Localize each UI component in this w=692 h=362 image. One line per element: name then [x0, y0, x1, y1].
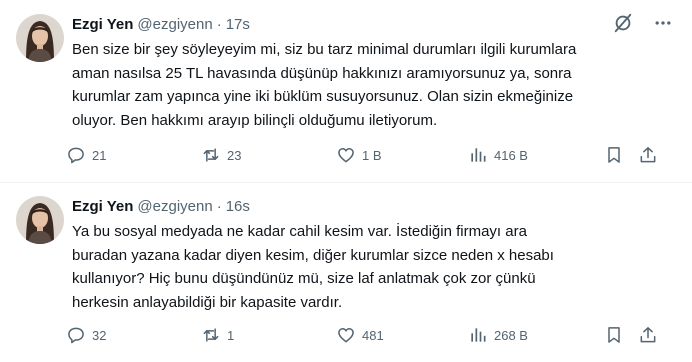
tweet-text-line: buradan yazana kadar diyen kesim, diğer …: [72, 246, 554, 264]
tweet-text-line: kurumlar zam yapınca yine iki büklüm sus…: [72, 88, 574, 106]
tweet[interactable]: Ezgi Yen @ezgiyenn · 16s Ya bu sosyal me…: [0, 182, 692, 362]
tweet-actions: 32 1 481 268 B: [66, 323, 676, 347]
like-button[interactable]: 1 B: [336, 143, 382, 167]
reply-icon: [68, 327, 84, 344]
repost-button[interactable]: 23: [201, 143, 241, 167]
like-count: 481: [362, 327, 384, 343]
avatar[interactable]: [16, 14, 64, 62]
tweet-text-line: Ben size bir şey söyleyeyim mi, siz bu t…: [72, 41, 577, 58]
tweet-text-line: herkesin anlayabildiği bir kapasite vard…: [72, 293, 343, 311]
views-bar-chart-icon: [471, 148, 486, 162]
tweet-text: Ya bu sosyal medyada ne kadar cahil kesi…: [72, 220, 612, 314]
avatar[interactable]: [16, 196, 64, 244]
reply-button[interactable]: 32: [66, 323, 106, 347]
repost-icon: [203, 328, 219, 342]
reply-icon: [68, 147, 84, 164]
reply-count: 21: [92, 147, 107, 163]
separator-dot: ·: [216, 197, 222, 215]
timestamp[interactable]: 17s: [226, 16, 250, 33]
repost-button[interactable]: 1: [201, 323, 234, 347]
tweet-text: Ben size bir şey söyleyeyim mi, siz bu t…: [72, 38, 612, 132]
tweet[interactable]: Ezgi Yen @ezgiyenn · 17s Ben size bir şe…: [0, 0, 692, 182]
tweet-text-line: Ya bu sosyal medyada ne kadar cahil kesi…: [72, 223, 527, 240]
views-button[interactable]: 416 B: [468, 143, 528, 167]
tweet-text-line: kullanıyor? Hiç bunu düşündünüz mü, size…: [72, 270, 536, 288]
share-button[interactable]: [638, 143, 658, 167]
heart-icon: [338, 328, 354, 343]
bookmark-button[interactable]: [604, 323, 624, 347]
author-handle[interactable]: @ezgiyenn: [137, 198, 212, 215]
heart-icon: [338, 148, 354, 163]
reply-button[interactable]: 21: [66, 143, 106, 167]
grok-icon[interactable]: [610, 10, 636, 36]
separator-dot: ·: [216, 15, 222, 33]
tweet-actions: 21 23 1 B 416 B: [66, 143, 676, 167]
like-count: 1 B: [362, 147, 382, 163]
author-name[interactable]: Ezgi Yen: [72, 198, 133, 215]
views-count: 268 B: [494, 327, 528, 343]
bookmark-button[interactable]: [604, 143, 624, 167]
author-name[interactable]: Ezgi Yen: [72, 16, 133, 33]
share-icon: [640, 147, 656, 163]
repost-icon: [203, 148, 219, 162]
tweet-header: Ezgi Yen @ezgiyenn · 16s: [72, 196, 250, 216]
views-button[interactable]: 268 B: [468, 323, 528, 347]
bookmark-icon: [608, 327, 620, 343]
repost-count: 1: [227, 327, 235, 343]
views-bar-chart-icon: [471, 328, 486, 342]
views-count: 416 B: [494, 147, 528, 163]
more-icon[interactable]: [650, 10, 676, 36]
share-icon: [640, 327, 656, 343]
like-button[interactable]: 481: [336, 323, 384, 347]
bookmark-icon: [608, 147, 620, 163]
timestamp[interactable]: 16s: [226, 198, 250, 215]
tweet-header: Ezgi Yen @ezgiyenn · 17s: [72, 14, 250, 34]
repost-count: 23: [227, 147, 242, 163]
reply-count: 32: [92, 327, 107, 343]
tweet-text-line: aman nasılsa 25 TL havasında düşünüp hak…: [72, 64, 572, 82]
share-button[interactable]: [638, 323, 658, 347]
tweet-text-line: oluyor. Ben hakkımı arayıp bilinçli oldu…: [72, 111, 438, 129]
author-handle[interactable]: @ezgiyenn: [137, 16, 212, 33]
